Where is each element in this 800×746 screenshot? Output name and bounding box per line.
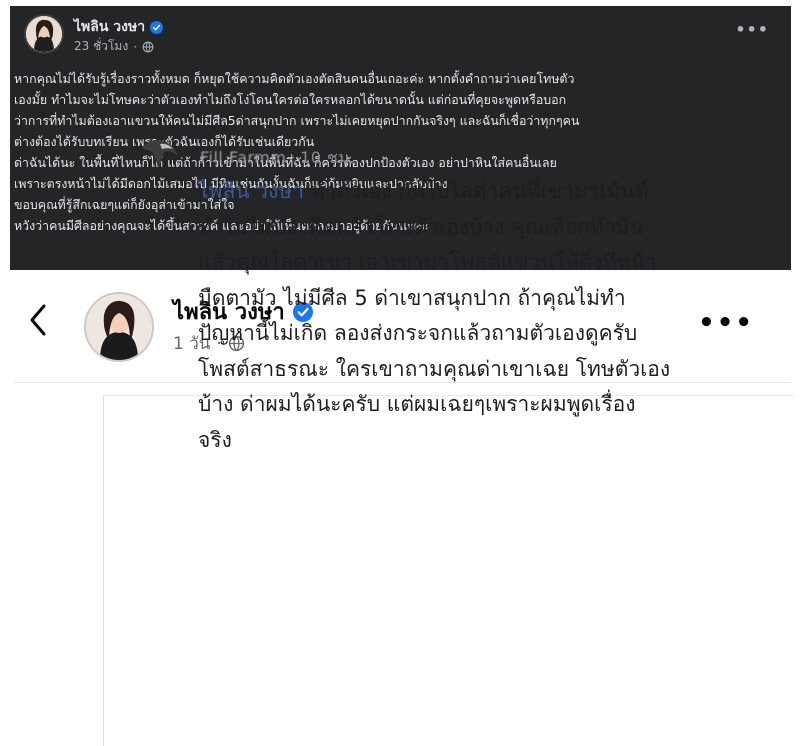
post-text-line: ว่าการที่ทำไมต้องเอาแขวนให้คนไม่มีศีล5ด่… — [14, 113, 580, 128]
top-post-author[interactable]: ไพลิน วงษา — [74, 16, 164, 38]
top-post-meta: 23 ชั่วโมง · — [74, 37, 154, 56]
post-text-line: เองมั้ย ทำไมจะไม่โทษคะว่าตัวเองทำไมถึงโง… — [14, 92, 567, 107]
top-post-avatar[interactable] — [24, 14, 64, 54]
comment-separator: · — [290, 148, 297, 167]
comment-text: ไพลิน วงษา ทำตัวเอง กันไปไล่ด่าคนที่เขาม… — [198, 174, 788, 458]
comment-line: บ้าง ด่าผมได้นะครับ แต่ผมเฉยๆเพราะผมพูดเ… — [198, 392, 636, 416]
post-text-line: หากคุณไม่ได้รับรู้เรื่องราวทั้งหมด ก็หยุ… — [14, 71, 575, 86]
post-text-line: ด่าฉันได้นะ ในพื้นที่ไหนก็ได้ แต่ถ้าก้าว… — [14, 155, 557, 170]
comment-timestamp[interactable]: 10 ชม. — [300, 146, 355, 171]
meta-separator: · — [133, 39, 138, 54]
commenter-avatar[interactable] — [140, 136, 182, 172]
profile-photo-icon — [86, 294, 152, 360]
bottom-post-avatar[interactable] — [84, 292, 154, 362]
post-text-line: ต่างต้องได้รับบทเรียน เพราะตัวฉันเองก็ได… — [14, 134, 315, 149]
mention-link[interactable]: ไพลิน วงษา — [198, 179, 304, 203]
comment-line: มืดตามัว ไม่มีศีล 5 ด่าเขาสนุกปาก ถ้าคุณ… — [198, 285, 626, 310]
comment-line: แล้วคุณไลด่าเขา เอาเขามาโพสต์แขวนให้ติ่ง… — [198, 250, 657, 274]
commenter-profile-icon — [142, 140, 178, 168]
profile-photo-icon — [26, 16, 62, 52]
comment-line: ปัญหานี้ไม่เกิด ลองส่งกระจกแล้วถามตัวเอง… — [198, 321, 638, 345]
comment-header: Fill Farmm · 10 ชม. — [200, 146, 355, 171]
verified-badge-icon — [150, 20, 164, 34]
comment-line: จริง — [198, 427, 232, 452]
commenter-name[interactable]: Fill Farmm — [200, 148, 286, 167]
chevron-left-icon — [30, 304, 46, 336]
more-options-icon[interactable]: ••• — [735, 20, 769, 39]
top-post-timestamp[interactable]: 23 ชั่วโมง — [74, 37, 128, 56]
back-button[interactable] — [24, 300, 54, 340]
comment-line: โพสต์สาธรณะ ใครเขาถามคุณด่าเขาเฉย โทษตัว… — [198, 356, 671, 381]
top-post-author-name[interactable]: ไพลิน วงษา — [74, 16, 145, 38]
globe-icon — [142, 41, 154, 52]
comment-line: ไพลิน วงษา ทำตัวเอง กันไปไล่ด่าคนที่เขาม… — [198, 174, 788, 210]
comment-line-text: ทำตัวเอง กันไปไล่ด่าคนที่เขามาเม้นต์ — [303, 179, 649, 203]
comment-line: ทำไมไม่บองคิดแล้วโทษตัวเองบ้าง คุณเลือกท… — [198, 214, 644, 239]
